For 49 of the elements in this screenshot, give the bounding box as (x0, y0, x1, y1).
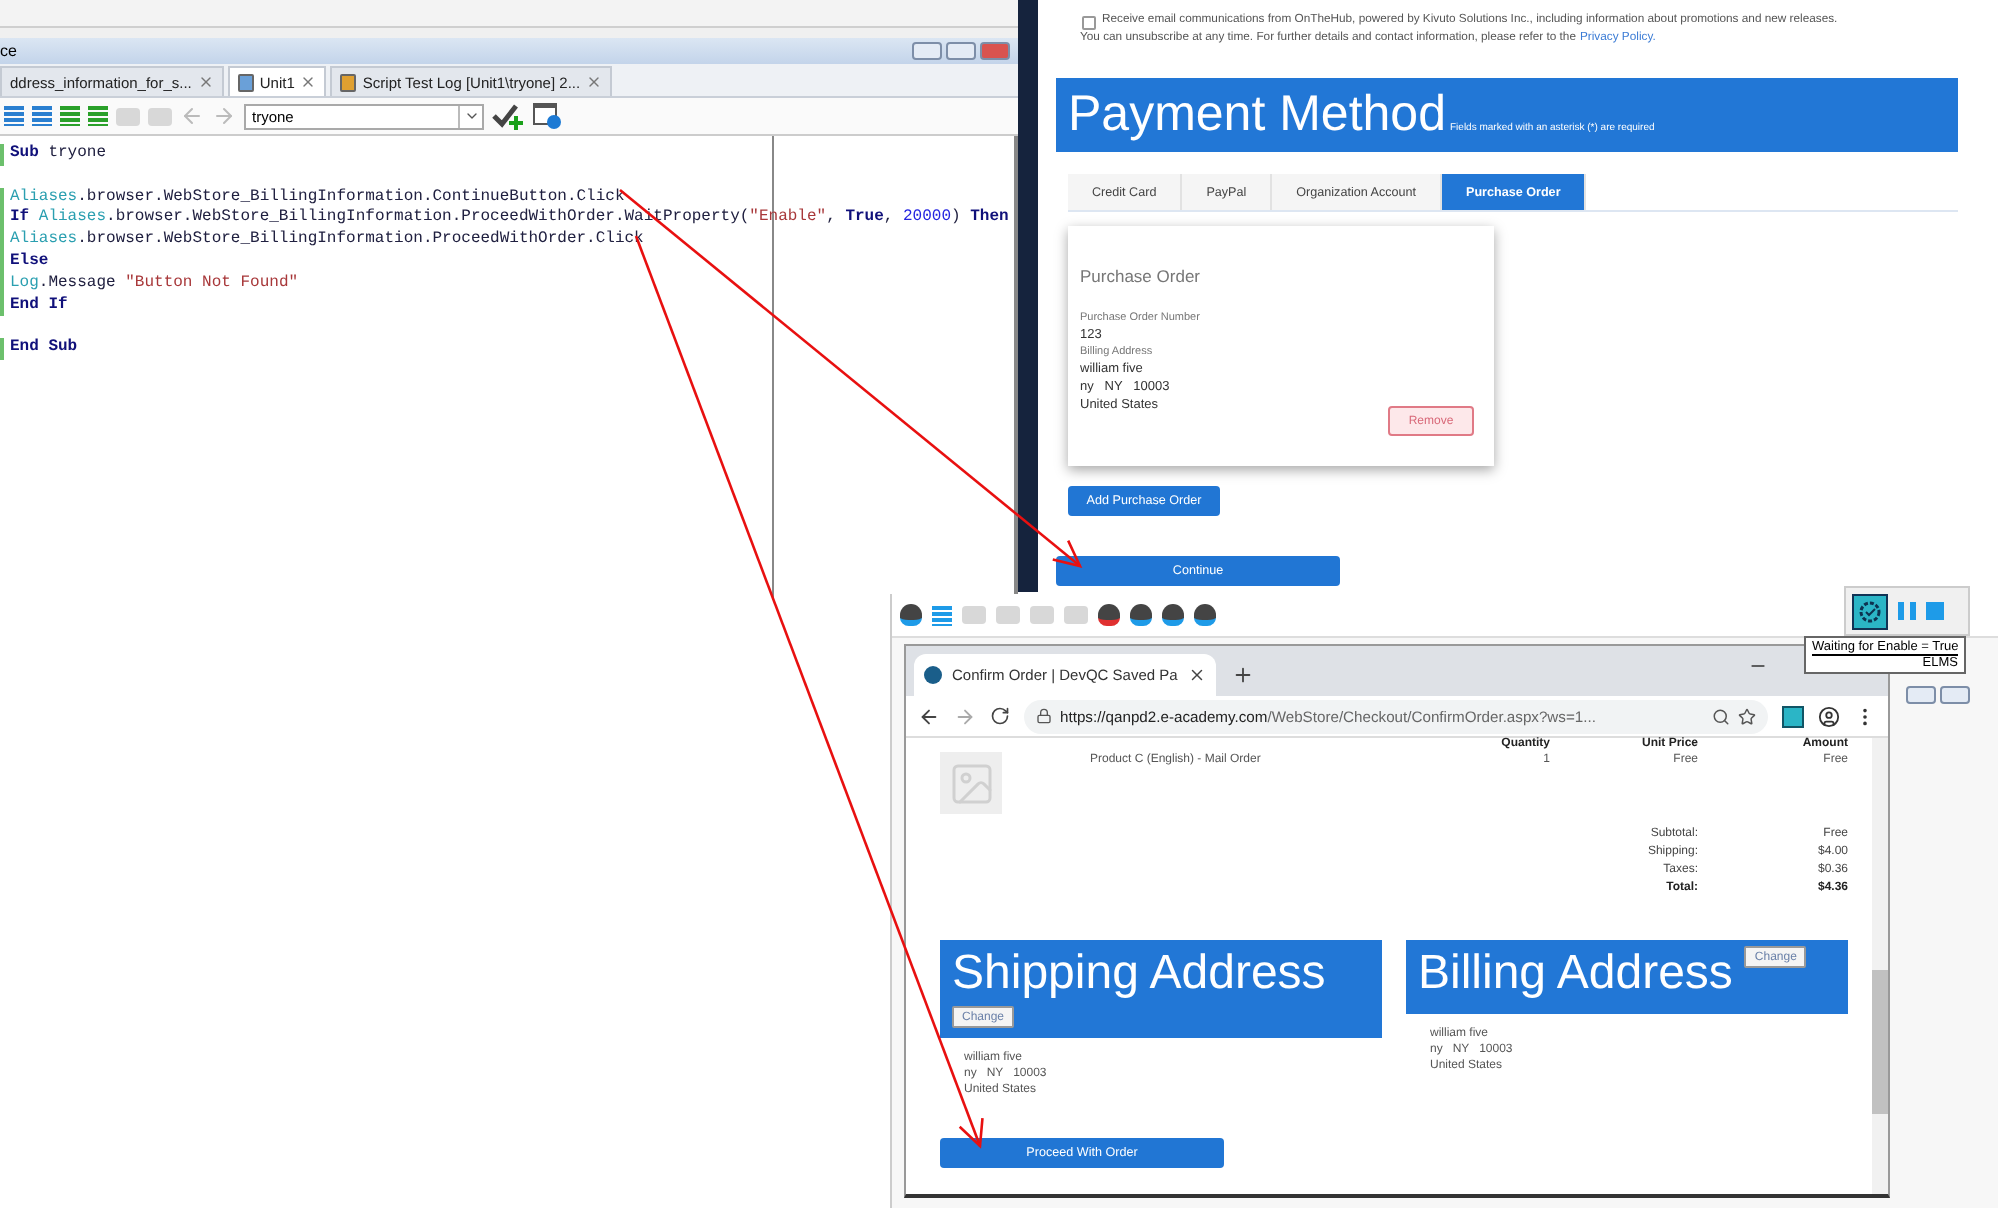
site-icon (924, 666, 942, 684)
lock-icon (1036, 708, 1052, 724)
restore-button[interactable] (1906, 686, 1936, 704)
scrollbar[interactable] (1872, 738, 1888, 1194)
code-line: Aliases.browser.WebStore_BillingInformation.ContinueButton.Click (0, 187, 625, 209)
consent-checkbox[interactable] (1082, 16, 1096, 30)
address-title: Shipping Address (952, 946, 1326, 1002)
code-line: Else (0, 251, 49, 274)
uncomment-icon[interactable] (88, 106, 108, 126)
window-title: ce (0, 42, 17, 60)
close-icon[interactable] (1187, 666, 1206, 684)
search-icon[interactable] (1712, 707, 1730, 725)
close-button[interactable] (1940, 686, 1970, 704)
address-title: Billing Address (1418, 946, 1733, 1002)
window-settings-icon[interactable] (532, 102, 562, 130)
comment-icon[interactable] (60, 106, 80, 126)
document-icon (340, 73, 357, 91)
restore-button[interactable] (946, 42, 976, 60)
new-tab-icon[interactable] (1231, 664, 1254, 686)
forward-icon[interactable] (212, 104, 236, 128)
section-title: Payment Method (1068, 86, 1446, 142)
code-line: End Sub (0, 338, 78, 360)
bug-icon[interactable] (1194, 604, 1216, 626)
profile-icon[interactable] (1818, 705, 1840, 727)
card-title: Purchase Order (1080, 266, 1200, 286)
extension-icon[interactable] (1782, 705, 1804, 727)
forward-icon[interactable] (954, 705, 976, 727)
layout-icon[interactable] (932, 605, 952, 625)
indent-icon[interactable] (4, 106, 24, 126)
product-image-placeholder (940, 752, 1002, 814)
bug-icon[interactable] (1098, 604, 1120, 626)
outdent-icon[interactable] (32, 106, 52, 126)
close-button[interactable] (980, 42, 1010, 60)
code-line: Sub tryone (0, 144, 107, 166)
gear-icon[interactable] (1852, 593, 1888, 629)
document-icon (237, 73, 254, 91)
pause-icon[interactable] (1898, 602, 1916, 620)
star-icon[interactable] (1738, 707, 1756, 725)
bug-icon[interactable] (1130, 604, 1152, 626)
code-line: End If (0, 295, 68, 317)
code-line: Log.Message "Button Not Found" (0, 273, 299, 296)
check-plus-icon[interactable] (492, 102, 524, 130)
caret-icon (463, 108, 479, 124)
help-button[interactable] (912, 42, 942, 60)
bug-icon[interactable] (1162, 604, 1184, 626)
bug-icon[interactable] (900, 604, 922, 626)
reload-icon[interactable] (990, 706, 1010, 726)
close-icon[interactable] (300, 74, 317, 90)
back-icon[interactable] (918, 705, 940, 727)
